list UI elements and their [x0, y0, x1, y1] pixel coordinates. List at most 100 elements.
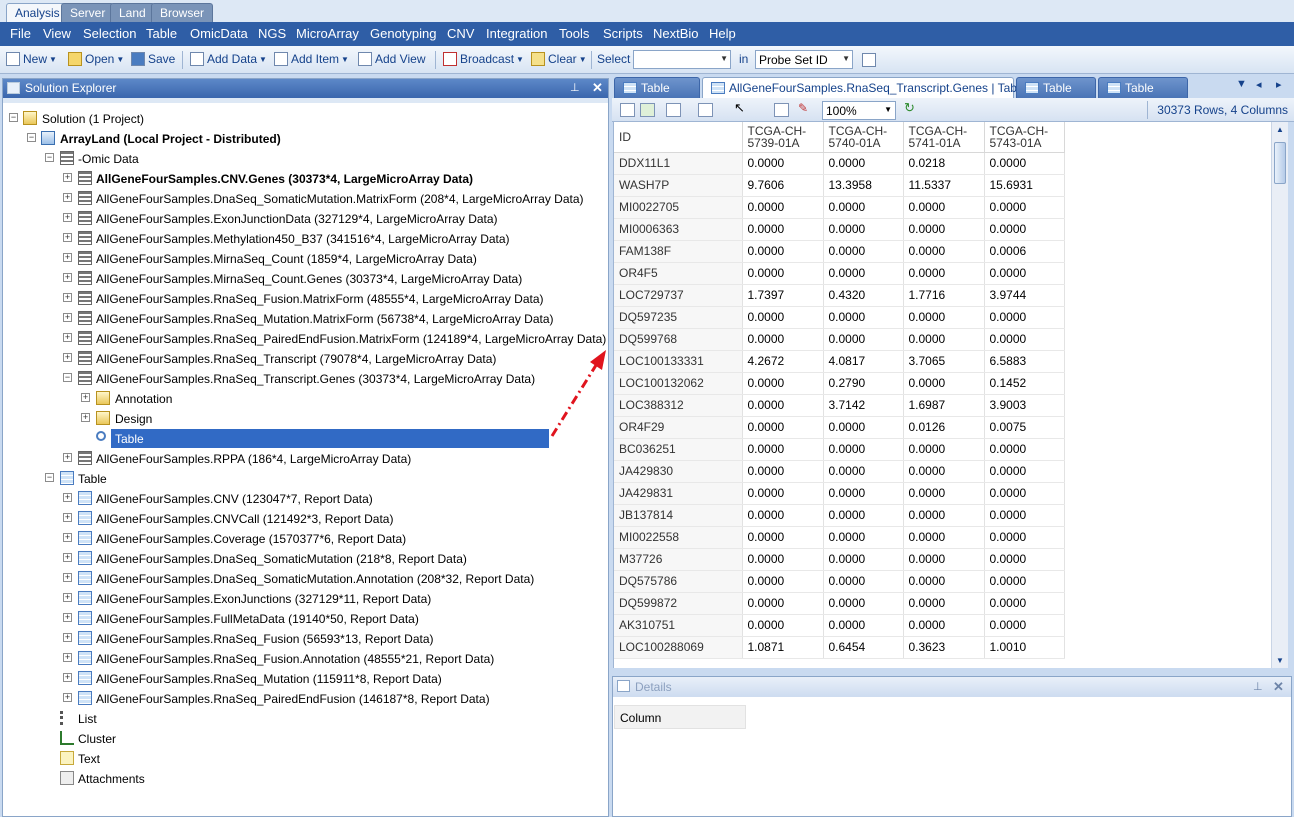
value-cell[interactable]: 0.0000 — [823, 504, 904, 527]
table-row[interactable]: MI0006363 0.0000 0.0000 0.0000 0.0000 — [614, 218, 1065, 241]
value-cell[interactable]: 0.3623 — [903, 636, 985, 659]
value-cell[interactable]: 0.0000 — [742, 152, 824, 175]
row-id-cell[interactable]: JB137814 — [614, 504, 743, 527]
table-row[interactable]: LOC100132062 0.0000 0.2790 0.0000 0.1452 — [614, 372, 1065, 395]
value-cell[interactable]: 0.0000 — [742, 614, 824, 637]
eraser-icon[interactable]: ✎ — [798, 101, 813, 115]
expand-icon[interactable]: + — [63, 213, 72, 222]
value-cell[interactable]: 1.7397 — [742, 284, 824, 307]
value-cell[interactable]: 0.0126 — [903, 416, 985, 439]
zoom-combo[interactable]: 100% ▼ — [822, 101, 896, 120]
row-id-cell[interactable]: LOC100288069 — [614, 636, 743, 659]
value-cell[interactable]: 0.0000 — [903, 614, 985, 637]
menu-nextbio[interactable]: NextBio — [653, 26, 699, 41]
value-cell[interactable]: 6.5883 — [984, 350, 1065, 373]
table-row[interactable]: AK310751 0.0000 0.0000 0.0000 0.0000 — [614, 614, 1065, 637]
expand-icon[interactable]: + — [63, 693, 72, 702]
app-tab-land[interactable]: Land — [110, 3, 155, 22]
pin-icon[interactable]: ⊥ — [570, 81, 580, 94]
value-cell[interactable]: 3.7142 — [823, 394, 904, 417]
table-row[interactable]: DDX11L1 0.0000 0.0000 0.0218 0.0000 — [614, 152, 1065, 175]
tree-node-text[interactable]: Text — [3, 750, 603, 768]
value-cell[interactable]: 0.0000 — [903, 548, 985, 571]
value-cell[interactable]: 0.0000 — [903, 306, 985, 329]
expand-icon[interactable]: + — [63, 333, 72, 342]
value-cell[interactable]: 0.0000 — [742, 504, 824, 527]
value-cell[interactable]: 1.0871 — [742, 636, 824, 659]
tree-node-report-item[interactable]: + AllGeneFourSamples.FullMetaData (19140*… — [3, 610, 603, 628]
tree-node-table-folder[interactable]: − Table — [3, 470, 603, 488]
expand-icon[interactable]: + — [63, 233, 72, 242]
expand-icon[interactable]: + — [63, 173, 72, 182]
value-cell[interactable]: 4.0817 — [823, 350, 904, 373]
collapse-icon[interactable]: − — [45, 473, 54, 482]
data-grid[interactable]: ID TCGA-CH-5739-01A TCGA-CH-5740-01A TCG… — [613, 122, 1271, 668]
table-row[interactable]: DQ575786 0.0000 0.0000 0.0000 0.0000 — [614, 570, 1065, 593]
add-view-button[interactable]: Add View — [358, 52, 425, 68]
new-button[interactable]: New ▼ — [6, 52, 57, 68]
value-cell[interactable]: 0.0000 — [823, 416, 904, 439]
value-cell[interactable]: 0.0000 — [823, 592, 904, 615]
tree-node-report-item[interactable]: + AllGeneFourSamples.RnaSeq_PairedEndFusi… — [3, 690, 603, 708]
value-cell[interactable]: 0.0000 — [742, 196, 824, 219]
value-cell[interactable]: 0.0000 — [742, 482, 824, 505]
row-id-cell[interactable]: DQ599872 — [614, 592, 743, 615]
collapse-icon[interactable]: − — [63, 373, 72, 382]
menu-table[interactable]: Table — [146, 26, 177, 41]
columns-icon[interactable] — [698, 103, 713, 117]
open-button[interactable]: Open ▼ — [68, 52, 124, 68]
value-cell[interactable]: 3.9003 — [984, 394, 1065, 417]
tab-list-dropdown-icon[interactable]: ▼ — [1236, 78, 1247, 90]
value-cell[interactable]: 0.0000 — [984, 262, 1065, 285]
search-field-combo[interactable]: Probe Set ID ▼ — [755, 50, 853, 69]
row-id-cell[interactable]: DQ597235 — [614, 306, 743, 329]
scroll-thumb[interactable] — [1274, 142, 1286, 184]
expand-icon[interactable]: + — [63, 453, 72, 462]
expand-icon[interactable]: + — [63, 313, 72, 322]
value-cell[interactable]: 0.0000 — [903, 262, 985, 285]
value-cell[interactable]: 0.0000 — [903, 504, 985, 527]
value-cell[interactable]: 0.0000 — [823, 526, 904, 549]
scroll-down-icon[interactable]: ▼ — [1276, 656, 1284, 665]
column-header-sample[interactable]: TCGA-CH-5741-01A — [903, 122, 985, 153]
value-cell[interactable]: 0.0000 — [984, 526, 1065, 549]
expand-icon[interactable]: + — [63, 653, 72, 662]
tree-node-omic-item[interactable]: − AllGeneFourSamples.RnaSeq_Transcript.Ge… — [3, 370, 603, 388]
value-cell[interactable]: 0.0006 — [984, 240, 1065, 263]
find-icon[interactable] — [862, 53, 876, 67]
tree-node-report-item[interactable]: + AllGeneFourSamples.ExonJunctions (32712… — [3, 590, 603, 608]
tree-node-list[interactable]: List — [3, 710, 603, 728]
tab-rnaseq-transcript-genes[interactable]: AllGeneFourSamples.RnaSeq_Transcript.Gen… — [702, 77, 1046, 98]
value-cell[interactable]: 0.0000 — [984, 548, 1065, 571]
menu-selection[interactable]: Selection — [83, 26, 136, 41]
broadcast-button[interactable]: Broadcast ▼ — [443, 52, 524, 68]
tree-node-design[interactable]: + Design — [3, 410, 603, 428]
print-icon[interactable] — [666, 103, 681, 117]
row-id-cell[interactable]: MI0006363 — [614, 218, 743, 241]
vertical-scrollbar[interactable]: ▲ ▼ — [1271, 122, 1288, 668]
value-cell[interactable]: 3.9744 — [984, 284, 1065, 307]
menu-scripts[interactable]: Scripts — [603, 26, 643, 41]
tab-scroll-left-icon[interactable]: ◂ — [1256, 78, 1262, 91]
collapse-icon[interactable]: − — [27, 133, 36, 142]
row-id-cell[interactable]: MI0022705 — [614, 196, 743, 219]
row-id-cell[interactable]: BC036251 — [614, 438, 743, 461]
value-cell[interactable]: 0.0000 — [903, 592, 985, 615]
tree-node-omic-item[interactable]: + AllGeneFourSamples.RnaSeq_Fusion.Matrix… — [3, 290, 603, 308]
table-row[interactable]: JA429830 0.0000 0.0000 0.0000 0.0000 — [614, 460, 1065, 483]
details-column-header[interactable]: Column — [614, 705, 746, 729]
scroll-up-icon[interactable]: ▲ — [1276, 125, 1284, 134]
row-id-cell[interactable]: JA429831 — [614, 482, 743, 505]
value-cell[interactable]: 0.4320 — [823, 284, 904, 307]
menu-integration[interactable]: Integration — [486, 26, 547, 41]
menu-microarray[interactable]: MicroArray — [296, 26, 359, 41]
expand-icon[interactable]: + — [63, 573, 72, 582]
menu-omicdata[interactable]: OmicData — [190, 26, 248, 41]
app-tab-browser[interactable]: Browser — [151, 3, 214, 22]
row-id-cell[interactable]: OR4F29 — [614, 416, 743, 439]
tab-scroll-right-icon[interactable]: ▸ — [1276, 78, 1282, 91]
expand-icon[interactable]: + — [63, 673, 72, 682]
expand-icon[interactable]: + — [63, 353, 72, 362]
row-id-cell[interactable]: DDX11L1 — [614, 152, 743, 175]
value-cell[interactable]: 0.0000 — [984, 218, 1065, 241]
